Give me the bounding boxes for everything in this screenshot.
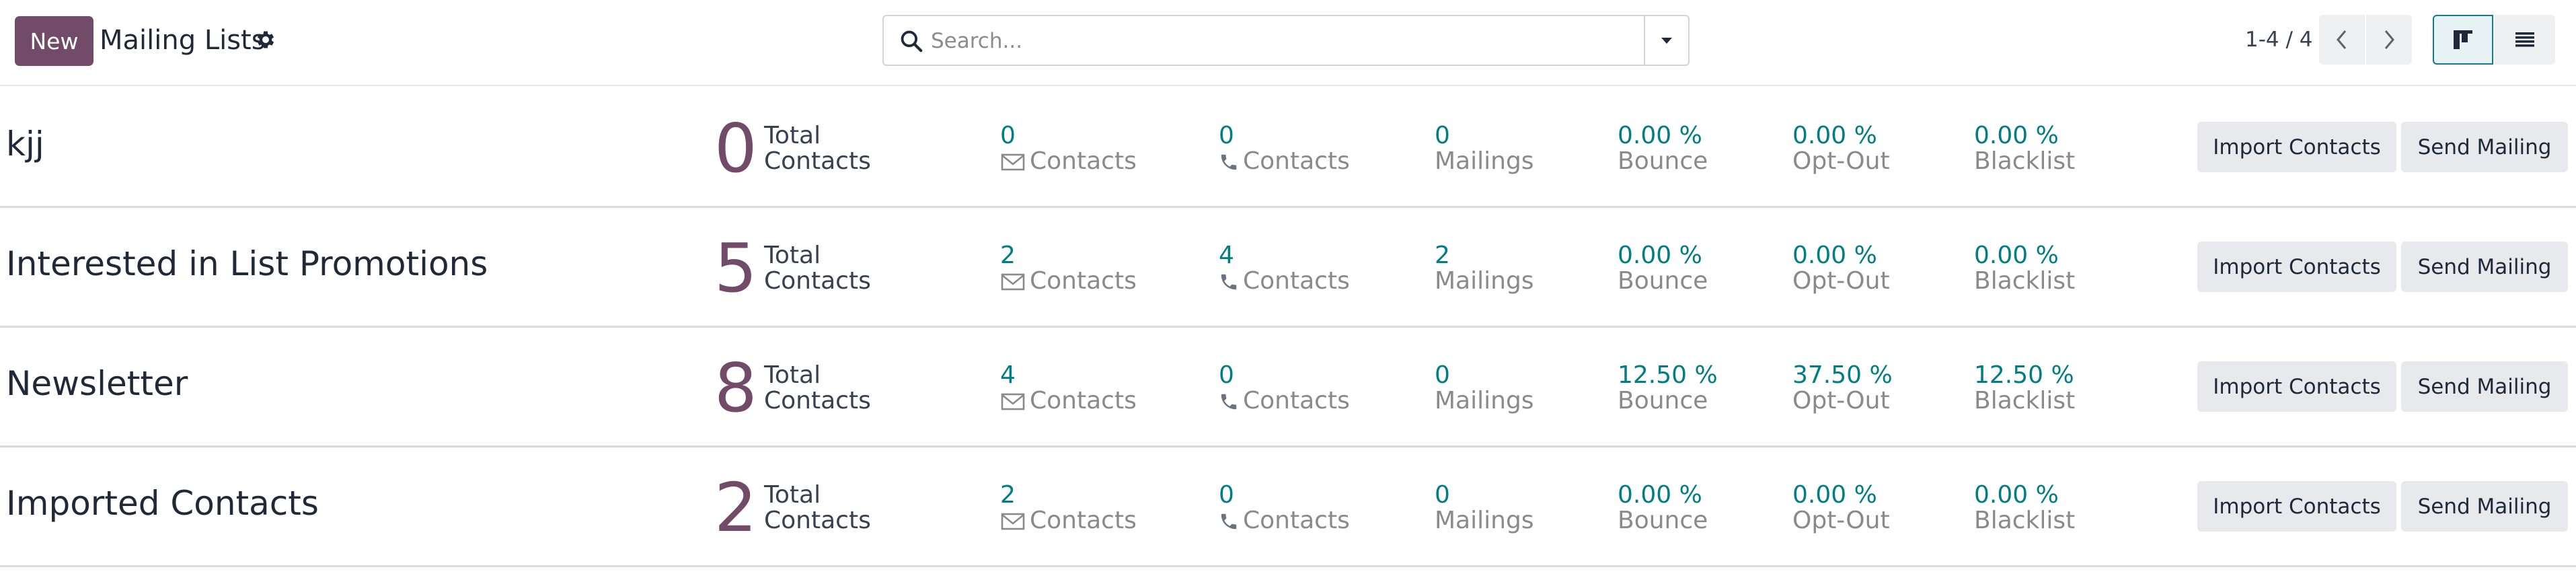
- optout-stat: 37.50 % Opt-Out: [1792, 361, 1893, 414]
- bounce-stat: 0.00 % Bounce: [1618, 122, 1708, 175]
- phone-icon: [1221, 154, 1237, 170]
- list-card[interactable]: Newsletter 8 Total Contacts 4 Contacts 0…: [0, 328, 2576, 447]
- blacklist-stat: 0.00 % Blacklist: [1974, 242, 2076, 295]
- caret-down-icon: [1661, 38, 1672, 44]
- mailings-stat[interactable]: 0 Mailings: [1435, 482, 1534, 534]
- send-mailing-button[interactable]: Send Mailing: [2401, 481, 2568, 532]
- gear-icon[interactable]: [254, 28, 277, 51]
- search-bar: Search...: [882, 15, 1690, 66]
- search-input[interactable]: Search...: [931, 27, 1022, 55]
- envelope-icon: [1001, 393, 1025, 410]
- pager-previous-button[interactable]: [2319, 15, 2365, 65]
- phone-icon: [1221, 513, 1237, 530]
- envelope-icon: [1001, 273, 1025, 291]
- phone-contacts-stat[interactable]: 4 Contacts: [1219, 243, 1350, 294]
- chevron-left-icon: [2337, 30, 2347, 49]
- email-contacts-stat[interactable]: 4 Contacts: [1000, 363, 1137, 414]
- mailings-stat[interactable]: 2 Mailings: [1435, 243, 1534, 294]
- kanban-view-button[interactable]: [2433, 15, 2493, 65]
- list-view-icon: [2515, 32, 2534, 47]
- total-contacts-count: 0: [714, 109, 757, 188]
- new-button[interactable]: New: [15, 16, 93, 66]
- send-mailing-button[interactable]: Send Mailing: [2401, 122, 2568, 172]
- kanban-view-icon: [2454, 30, 2472, 49]
- import-contacts-button[interactable]: Import Contacts: [2197, 361, 2396, 412]
- mailings-stat[interactable]: 0 Mailings: [1435, 363, 1534, 414]
- total-contacts-count: 5: [714, 229, 757, 308]
- phone-contacts-stat[interactable]: 0 Contacts: [1219, 482, 1350, 534]
- control-panel: New Mailing Lists Search... 1-4 / 4: [0, 0, 2576, 86]
- import-contacts-button[interactable]: Import Contacts: [2197, 242, 2396, 292]
- list-view-button[interactable]: [2495, 15, 2555, 65]
- pager-next-button[interactable]: [2366, 15, 2412, 65]
- mailings-stat[interactable]: 0 Mailings: [1435, 123, 1534, 174]
- email-contacts-stat[interactable]: 2 Contacts: [1000, 482, 1137, 534]
- optout-stat: 0.00 % Opt-Out: [1792, 122, 1890, 175]
- blacklist-stat: 12.50 % Blacklist: [1974, 361, 2076, 414]
- envelope-icon: [1001, 513, 1025, 530]
- send-mailing-button[interactable]: Send Mailing: [2401, 242, 2568, 292]
- phone-contacts-stat[interactable]: 0 Contacts: [1219, 123, 1350, 174]
- pager-value[interactable]: 1-4 / 4: [2245, 26, 2313, 54]
- total-contacts-label: Total Contacts: [764, 481, 871, 534]
- list-name: Interested in List Promotions: [6, 244, 488, 283]
- total-contacts-count: 2: [714, 468, 757, 547]
- bounce-stat: 12.50 % Bounce: [1618, 361, 1718, 414]
- page-title: Mailing Lists: [100, 25, 266, 56]
- blacklist-stat: 0.00 % Blacklist: [1974, 481, 2076, 534]
- list-name: Imported Contacts: [6, 484, 319, 523]
- list-card[interactable]: Imported Contacts 2 Total Contacts 2 Con…: [0, 447, 2576, 567]
- bounce-stat: 0.00 % Bounce: [1618, 242, 1708, 295]
- total-contacts-label: Total Contacts: [764, 242, 871, 295]
- import-contacts-button[interactable]: Import Contacts: [2197, 481, 2396, 532]
- send-mailing-button[interactable]: Send Mailing: [2401, 361, 2568, 412]
- list-name: kjj: [6, 124, 44, 164]
- bounce-stat: 0.00 % Bounce: [1618, 481, 1708, 534]
- email-contacts-stat[interactable]: 0 Contacts: [1000, 123, 1137, 174]
- optout-stat: 0.00 % Opt-Out: [1792, 481, 1890, 534]
- phone-icon: [1221, 274, 1237, 290]
- list-name: Newsletter: [6, 364, 188, 403]
- list-card[interactable]: Interested in List Promotions 5 Total Co…: [0, 208, 2576, 328]
- chevron-right-icon: [2384, 30, 2394, 49]
- search-icon: [901, 30, 923, 52]
- phone-contacts-stat[interactable]: 0 Contacts: [1219, 363, 1350, 414]
- list-card[interactable]: kjj 0 Total Contacts 0 Contacts 0 Contac…: [0, 88, 2576, 208]
- search-options-toggle[interactable]: [1644, 16, 1688, 65]
- envelope-icon: [1001, 153, 1025, 171]
- total-contacts-label: Total Contacts: [764, 361, 871, 414]
- blacklist-stat: 0.00 % Blacklist: [1974, 122, 2076, 175]
- email-contacts-stat[interactable]: 2 Contacts: [1000, 243, 1137, 294]
- import-contacts-button[interactable]: Import Contacts: [2197, 122, 2396, 172]
- total-contacts-count: 8: [714, 349, 757, 427]
- optout-stat: 0.00 % Opt-Out: [1792, 242, 1890, 295]
- total-contacts-label: Total Contacts: [764, 122, 871, 175]
- phone-icon: [1221, 394, 1237, 410]
